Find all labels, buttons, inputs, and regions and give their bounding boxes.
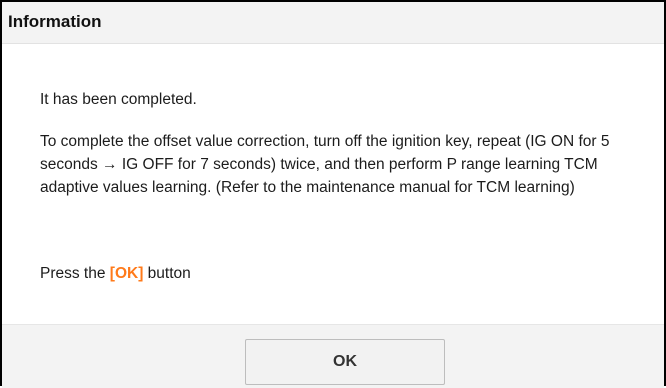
dialog-header: Information: [2, 2, 664, 44]
dialog-footer: OK: [2, 325, 664, 388]
instruction-message: To complete the offset value correction,…: [40, 133, 610, 196]
press-prefix-text: Press the: [40, 265, 110, 282]
press-suffix-text: button: [143, 265, 191, 282]
dialog-title: Information: [8, 12, 102, 31]
ok-button[interactable]: OK: [245, 339, 445, 385]
dialog-content: It has been completed. To complete the o…: [2, 44, 664, 325]
press-ok-instruction: Press the [OK] button: [40, 262, 191, 285]
information-dialog: Information It has been completed. To co…: [0, 0, 666, 388]
ok-highlight-text: [OK]: [109, 265, 144, 282]
completion-message: It has been completed.: [40, 91, 197, 108]
